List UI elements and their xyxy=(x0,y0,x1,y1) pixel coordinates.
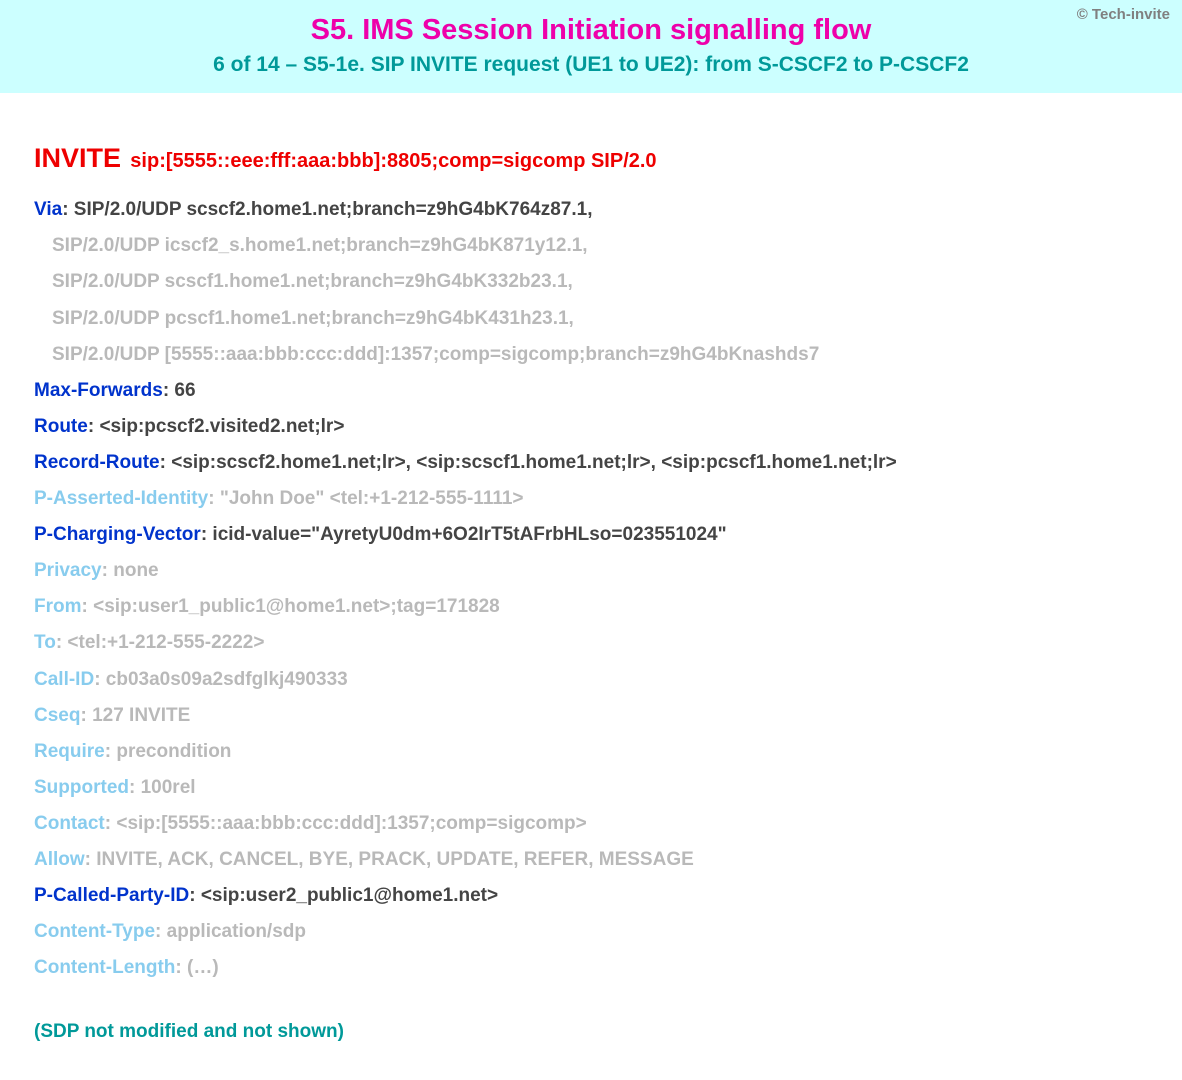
header-name: Max-Forwards xyxy=(34,380,163,401)
header-cseq: Cseq: 127 INVITE xyxy=(34,698,1148,734)
header-name: Supported xyxy=(34,777,129,798)
header-content-type: Content-Type: application/sdp xyxy=(34,914,1148,950)
header-name: P-Called-Party-ID xyxy=(34,885,189,906)
header-name: Call-ID xyxy=(34,669,94,690)
header-value: 66 xyxy=(174,380,195,401)
header-name: P-Charging-Vector xyxy=(34,524,201,545)
attribution-label: © Tech-invite xyxy=(1077,6,1170,23)
header-banner: © Tech-invite S5. IMS Session Initiation… xyxy=(0,0,1182,93)
header-call-id: Call-ID: cb03a0s09a2sdfglkj490333 xyxy=(34,662,1148,698)
header-value: "John Doe" <tel:+1-212-555-1111> xyxy=(220,488,524,509)
via-continuation: SIP/2.0/UDP pcscf1.home1.net;branch=z9hG… xyxy=(34,301,1148,337)
header-content-length: Content-Length: (…) xyxy=(34,950,1148,986)
header-from: From: <sip:user1_public1@home1.net>;tag=… xyxy=(34,589,1148,625)
header-max-forwards: Max-Forwards: 66 xyxy=(34,373,1148,409)
sip-message-block: INVITE sip:[5555::eee:fff:aaa:bbb]:8805;… xyxy=(0,93,1182,1080)
header-value: (…) xyxy=(187,957,219,978)
header-name: Contact xyxy=(34,813,105,834)
header-contact: Contact: <sip:[5555::aaa:bbb:ccc:ddd]:13… xyxy=(34,806,1148,842)
header-name: Via xyxy=(34,199,62,220)
header-name: Content-Type xyxy=(34,921,155,942)
page-title: S5. IMS Session Initiation signalling fl… xyxy=(0,14,1182,47)
header-route: Route: <sip:pcscf2.visited2.net;lr> xyxy=(34,409,1148,445)
header-list: Max-Forwards: 66Route: <sip:pcscf2.visit… xyxy=(34,373,1148,987)
header-value: <sip:[5555::aaa:bbb:ccc:ddd]:1357;comp=s… xyxy=(116,813,586,834)
header-value: cb03a0s09a2sdfglkj490333 xyxy=(106,669,348,690)
header-value: <tel:+1-212-555-2222> xyxy=(67,632,264,653)
header-value: <sip:user2_public1@home1.net> xyxy=(201,885,498,906)
header-value: SIP/2.0/UDP scscf2.home1.net;branch=z9hG… xyxy=(74,199,593,220)
header-name: Cseq xyxy=(34,705,80,726)
header-name: Content-Length xyxy=(34,957,175,978)
header-value: icid-value="AyretyU0dm+6O2IrT5tAFrbHLso=… xyxy=(212,524,726,545)
header-value: <sip:user1_public1@home1.net>;tag=171828 xyxy=(93,596,500,617)
page-subtitle: 6 of 14 – S5-1e. SIP INVITE request (UE1… xyxy=(0,53,1182,77)
header-name: Allow xyxy=(34,849,85,870)
header-name: Record-Route xyxy=(34,452,160,473)
header-value: application/sdp xyxy=(167,921,306,942)
header-value: precondition xyxy=(116,741,231,762)
request-method: INVITE xyxy=(34,143,121,173)
header-value: 100rel xyxy=(141,777,196,798)
via-continuation: SIP/2.0/UDP scscf1.home1.net;branch=z9hG… xyxy=(34,264,1148,300)
header-value: INVITE, ACK, CANCEL, BYE, PRACK, UPDATE,… xyxy=(96,849,694,870)
header-name: P-Asserted-Identity xyxy=(34,488,208,509)
header-p-asserted: P-Asserted-Identity: "John Doe" <tel:+1-… xyxy=(34,481,1148,517)
sdp-note: (SDP not modified and not shown) xyxy=(34,1014,1148,1050)
header-allow: Allow: INVITE, ACK, CANCEL, BYE, PRACK, … xyxy=(34,842,1148,878)
header-name: Route xyxy=(34,416,88,437)
via-continuation: SIP/2.0/UDP icscf2_s.home1.net;branch=z9… xyxy=(34,228,1148,264)
header-value: <sip:scscf2.home1.net;lr>, <sip:scscf1.h… xyxy=(171,452,896,473)
header-via: Via: SIP/2.0/UDP scscf2.home1.net;branch… xyxy=(34,192,1148,228)
header-require: Require: precondition xyxy=(34,734,1148,770)
header-name: To xyxy=(34,632,56,653)
request-line: INVITE sip:[5555::eee:fff:aaa:bbb]:8805;… xyxy=(34,133,1148,184)
header-record-route: Record-Route: <sip:scscf2.home1.net;lr>,… xyxy=(34,445,1148,481)
header-privacy: Privacy: none xyxy=(34,553,1148,589)
header-name: Privacy xyxy=(34,560,102,581)
header-value: 127 INVITE xyxy=(92,705,190,726)
header-supported: Supported: 100rel xyxy=(34,770,1148,806)
request-uri: sip:[5555::eee:fff:aaa:bbb]:8805;comp=si… xyxy=(130,150,656,172)
header-p-called: P-Called-Party-ID: <sip:user2_public1@ho… xyxy=(34,878,1148,914)
header-to: To: <tel:+1-212-555-2222> xyxy=(34,625,1148,661)
header-name: From xyxy=(34,596,82,617)
header-p-charging: P-Charging-Vector: icid-value="AyretyU0d… xyxy=(34,517,1148,553)
header-value: <sip:pcscf2.visited2.net;lr> xyxy=(99,416,344,437)
header-value: none xyxy=(113,560,158,581)
header-name: Require xyxy=(34,741,105,762)
via-continuation: SIP/2.0/UDP [5555::aaa:bbb:ccc:ddd]:1357… xyxy=(34,337,1148,373)
